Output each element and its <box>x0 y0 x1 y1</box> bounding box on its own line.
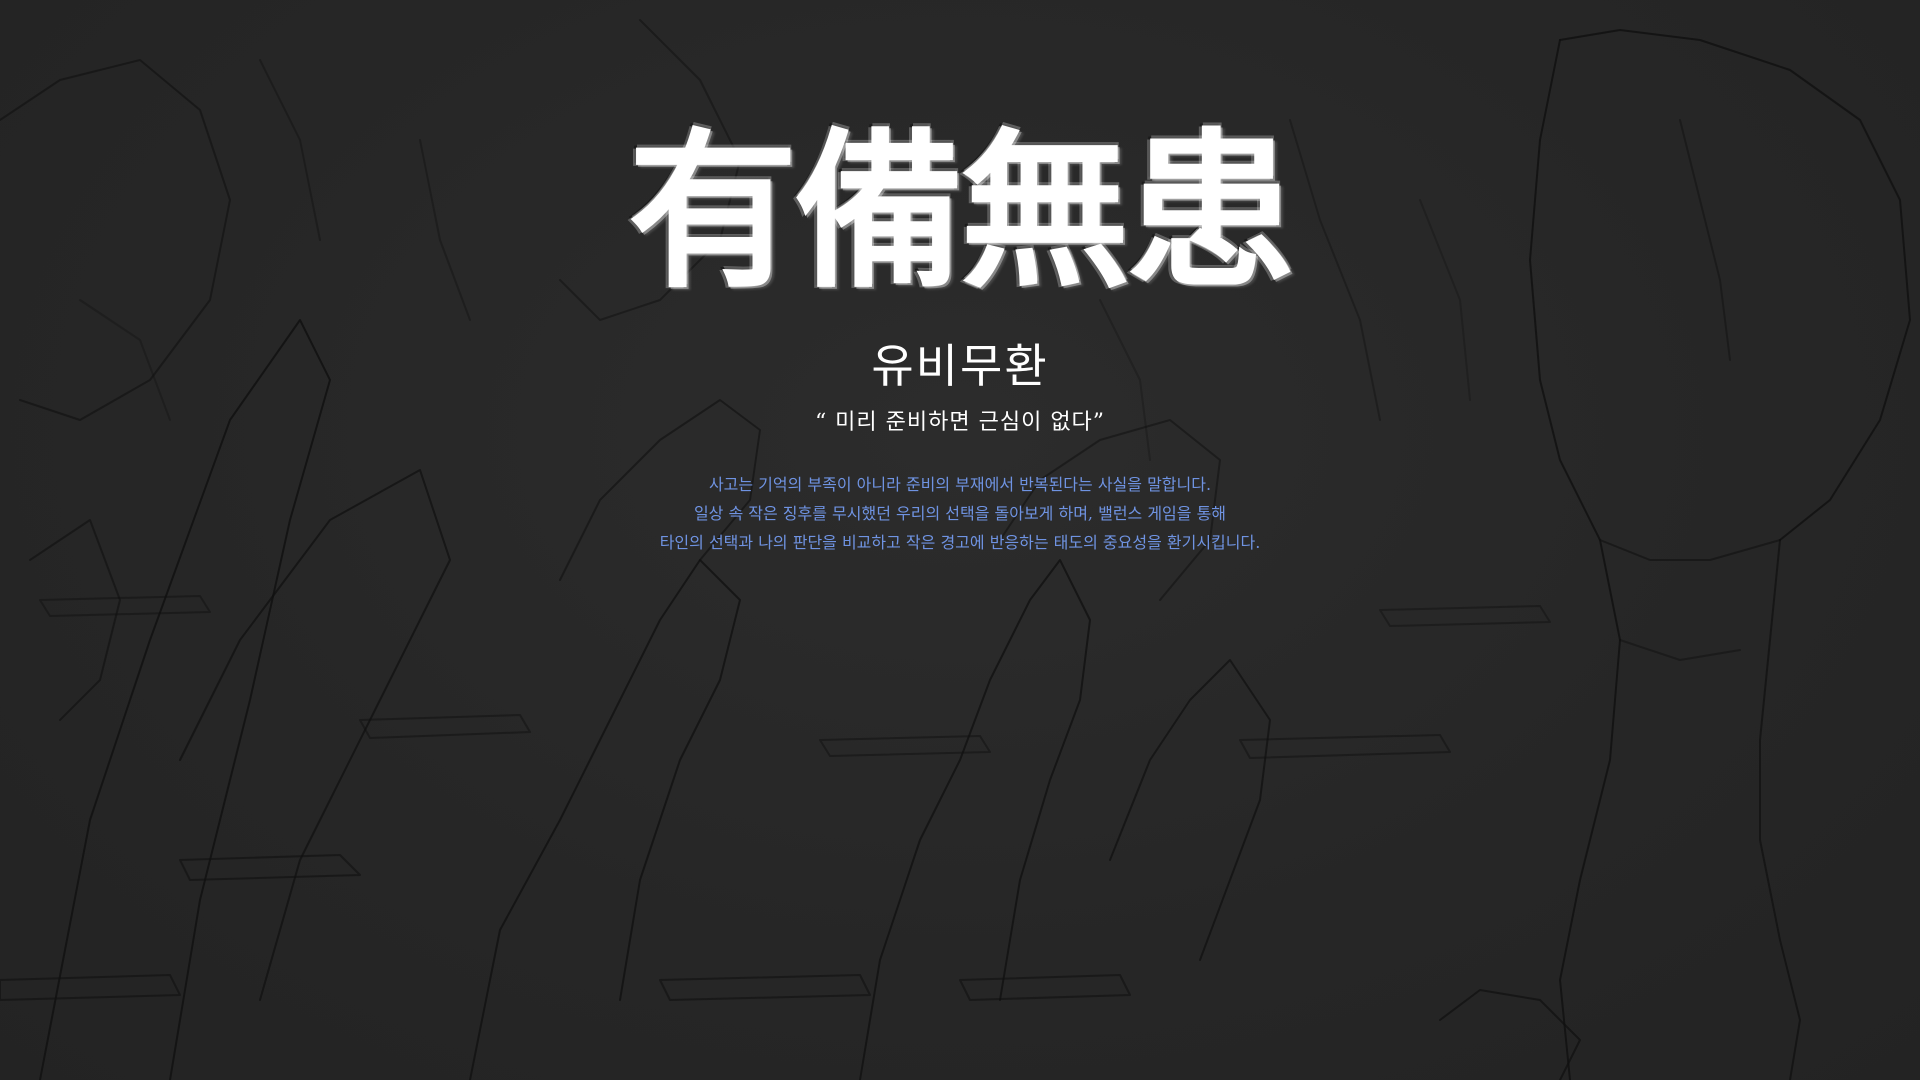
hero-section: 有備無患 유비무환 “ 미리 준비하면 근심이 없다” 사고는 기억의 부족이 … <box>0 0 1920 1080</box>
description-line: 타인의 선택과 나의 판단을 비교하고 작은 경고에 반응하는 태도의 중요성을… <box>659 533 1261 552</box>
proverb-quote: “ 미리 준비하면 근심이 없다” <box>814 410 1106 435</box>
hero-content: 有備無患 유비무환 “ 미리 준비하면 근심이 없다” 사고는 기억의 부족이 … <box>0 0 1920 1080</box>
hanja-title: 有備無患 <box>627 114 1296 312</box>
description-line: 사고는 기억의 부족이 아니라 준비의 부재에서 반복된다는 사실을 말합니다. <box>708 475 1212 494</box>
description-line: 일상 속 작은 징후를 무시했던 우리의 선택을 돌아보게 하며, 밸런스 게임… <box>693 504 1227 523</box>
korean-subtitle: 유비무환 <box>871 339 1049 393</box>
description-block: 사고는 기억의 부족이 아니라 준비의 부재에서 반복된다는 사실을 말합니다.… <box>0 470 1920 557</box>
